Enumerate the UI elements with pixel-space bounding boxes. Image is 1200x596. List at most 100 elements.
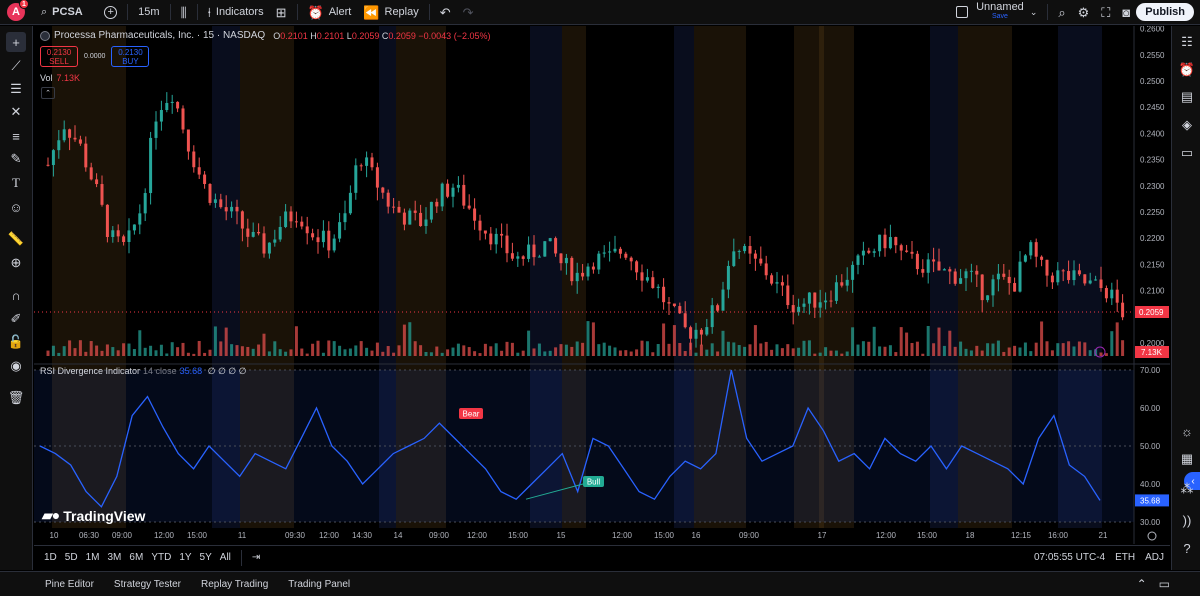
sell-button[interactable]: 0.2130 SELL xyxy=(40,46,78,67)
snapshot-button[interactable]: ◙ xyxy=(1116,0,1136,25)
candle-body xyxy=(435,201,439,207)
lock-drawings-tool[interactable]: 🔓 xyxy=(6,332,26,352)
user-avatar[interactable]: A 1 xyxy=(7,0,29,21)
interval-label: 15m xyxy=(138,6,160,18)
tab-replay-trading[interactable]: Replay Trading xyxy=(191,579,278,590)
range-button-1y[interactable]: 1Y xyxy=(175,552,195,563)
watchlist-button[interactable]: ☷ xyxy=(1177,32,1197,52)
compare-symbol-button[interactable]: + xyxy=(98,0,123,25)
tab-strategy-tester[interactable]: Strategy Tester xyxy=(104,579,191,590)
volume-bar xyxy=(824,347,828,356)
streams-button[interactable]: )) xyxy=(1177,510,1197,530)
indicators-button[interactable]: ⍿ Indicators xyxy=(202,0,270,25)
collapse-panel-button[interactable]: ⌃ xyxy=(1137,577,1147,591)
adjust-toggle[interactable]: ADJ xyxy=(1145,552,1164,563)
rsi-tick: 40.00 xyxy=(1140,480,1161,489)
community-button[interactable]: ⁂ xyxy=(1177,479,1197,499)
candle-body xyxy=(57,140,61,151)
ruler-tool[interactable]: 📏 xyxy=(6,229,26,249)
bulb-icon: ☼ xyxy=(1181,423,1193,439)
alarm-clock-icon: ⏰ xyxy=(1178,62,1196,77)
replay-button[interactable]: ⏪ Replay xyxy=(357,0,424,25)
stay-drawing-tool[interactable]: ✐ xyxy=(6,309,26,329)
range-button-1d[interactable]: 1D xyxy=(40,552,61,563)
tab-trading-panel[interactable]: Trading Panel xyxy=(278,579,360,590)
volume-bar xyxy=(51,345,55,356)
candle-body xyxy=(446,183,450,197)
instrument-title: Processa Pharmaceuticals, Inc. · 15 · NA… xyxy=(54,30,266,41)
alerts-panel-button[interactable]: ⏰ xyxy=(1177,60,1197,80)
chart-pane[interactable]: Bear Bull 0.2600 0.2550 0.2500 0.2450 0.2400 0.… xyxy=(34,26,1170,544)
alert-button[interactable]: ⏰ Alert xyxy=(302,0,358,25)
zoom-tool[interactable]: ⊕ xyxy=(6,253,26,273)
settings-button[interactable]: ⚙ xyxy=(1072,0,1096,25)
buy-button[interactable]: 0.2130 BUY xyxy=(111,46,150,67)
chart-type-button[interactable]: ⫼ xyxy=(175,0,193,25)
remove-drawings-tool[interactable]: 🗑 xyxy=(6,388,26,408)
volume-bar xyxy=(721,330,725,356)
calendar-button[interactable]: ▦ xyxy=(1177,449,1197,469)
range-button-3m[interactable]: 3M xyxy=(104,552,126,563)
data-window-button[interactable]: ▤ xyxy=(1177,87,1197,107)
range-button-6m[interactable]: 6M xyxy=(125,552,147,563)
fullscreen-icon: ⛶ xyxy=(1101,4,1111,20)
publish-button[interactable]: Publish xyxy=(1136,3,1194,21)
brush-tool[interactable]: ✎ xyxy=(6,149,26,169)
volume-bar xyxy=(84,351,88,356)
range-button-ytd[interactable]: YTD xyxy=(147,552,175,563)
candle-body xyxy=(154,121,158,138)
chats-button[interactable]: ▭ xyxy=(1177,143,1197,163)
fullscreen-button[interactable]: ⛶ xyxy=(1095,0,1116,25)
redo-button[interactable]: ↷ xyxy=(457,0,480,25)
horizontal-lines-tool[interactable]: ☰ xyxy=(6,79,26,99)
symbol-search[interactable]: ⌕ PCSA xyxy=(35,0,98,25)
candle-body xyxy=(397,206,401,213)
clock[interactable]: 07:05:55 UTC-4 xyxy=(1034,552,1105,563)
layout-menu[interactable]: Unnamed Save ⌄ xyxy=(950,0,1043,25)
templates-button[interactable]: ⊞ xyxy=(270,0,293,25)
range-button-1m[interactable]: 1M xyxy=(82,552,104,563)
goto-date-button[interactable]: ⇥ xyxy=(248,552,264,563)
text-tool[interactable]: T xyxy=(6,173,26,193)
sell-price: 0.2130 xyxy=(46,47,72,57)
candle-body xyxy=(284,211,288,227)
candle-body xyxy=(327,230,331,251)
tab-pine-editor[interactable]: Pine Editor xyxy=(35,579,104,590)
emoji-tool[interactable]: ☺ xyxy=(6,197,26,217)
help-button[interactable]: ? xyxy=(1177,538,1197,558)
quick-search-button[interactable]: ⌕ xyxy=(1052,0,1071,25)
fib-tool[interactable]: ≡ xyxy=(6,126,26,146)
volume-legend[interactable]: Vol 7.13K xyxy=(40,73,80,83)
ideas-button[interactable]: ☼ xyxy=(1177,421,1197,441)
magnet-tool[interactable]: ∩ xyxy=(6,285,26,305)
interval-button[interactable]: 15m xyxy=(132,0,165,25)
collapse-legend-button[interactable]: ⌃ xyxy=(41,87,55,99)
range-button-5d[interactable]: 5D xyxy=(61,552,82,563)
crosshair-tool[interactable]: + xyxy=(6,32,26,52)
symbol-legend[interactable]: Processa Pharmaceuticals, Inc. · 15 · NA… xyxy=(40,30,490,41)
candle-body xyxy=(980,274,984,301)
maximize-panel-button[interactable]: ▭ xyxy=(1159,577,1170,591)
candle-body xyxy=(149,137,153,194)
grid-icon: ⊞ xyxy=(275,4,287,20)
object-tree-button[interactable]: ◈ xyxy=(1177,115,1197,135)
range-button-5y[interactable]: 5Y xyxy=(196,552,216,563)
price-chart[interactable]: Bear Bull 0.2600 0.2550 0.2500 0.2450 0.2400 0.… xyxy=(34,26,1170,544)
volume-bar xyxy=(419,345,423,356)
candle-body xyxy=(613,248,617,252)
volume-bar xyxy=(683,351,687,356)
rsi-legend[interactable]: RSI Divergence Indicator 14 close 35.68 ∅ … xyxy=(40,366,247,377)
hide-drawings-tool[interactable]: ◉ xyxy=(6,356,26,376)
candle-body xyxy=(737,251,741,253)
candle-body xyxy=(1104,288,1108,299)
pattern-tool[interactable]: ✕ xyxy=(6,102,26,122)
volume-bar xyxy=(1083,342,1087,356)
trend-line-tool[interactable]: ⟋ xyxy=(6,56,26,76)
candle-body xyxy=(969,270,973,272)
candle-body xyxy=(1061,270,1065,272)
volume-bar xyxy=(629,351,633,356)
undo-button[interactable]: ↶ xyxy=(434,0,457,25)
range-button-all[interactable]: All xyxy=(216,552,235,563)
volume-bar xyxy=(359,341,363,356)
session-toggle[interactable]: ETH xyxy=(1115,552,1135,563)
